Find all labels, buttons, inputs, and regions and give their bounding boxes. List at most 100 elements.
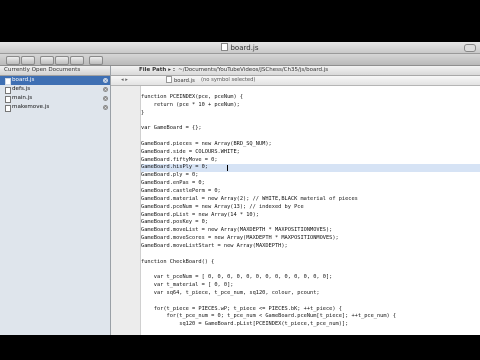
text-cursor xyxy=(227,165,228,172)
code-text[interactable]: var GameBoard = {}; xyxy=(141,125,202,133)
toolbar-save-button[interactable] xyxy=(70,56,84,65)
code-text[interactable]: GameBoard.hisPly = 0; xyxy=(141,164,208,172)
symbol-popup[interactable]: (no symbol selected) xyxy=(201,76,255,85)
code-text[interactable]: GameBoard.fiftyMove = 0; xyxy=(141,157,218,165)
code-text[interactable]: GameBoard.castlePerm = 0; xyxy=(141,188,221,196)
code-text[interactable]: GameBoard.material = new Array(2); // WH… xyxy=(141,196,358,204)
code-line[interactable]: 9GameBoard.side = COLOURS.WHITE; xyxy=(141,149,480,157)
close-icon[interactable]: × xyxy=(103,78,108,83)
code-text[interactable]: var t_pceNum = [ 0, 0, 0, 0, 0, 0, 0, 0,… xyxy=(141,274,333,282)
code-line[interactable]: 27 var sq64, t_piece, t_pce_num, sq120, … xyxy=(141,290,480,298)
file-path-label: File Path ▸ : xyxy=(139,67,176,73)
code-line[interactable]: 13GameBoard.enPas = 0; xyxy=(141,180,480,188)
code-text[interactable]: var sq64, t_piece, t_pce_num, sq120, col… xyxy=(141,290,320,298)
code-line[interactable]: 15GameBoard.material = new Array(2); // … xyxy=(141,196,480,204)
code-line[interactable]: 11GameBoard.hisPly = 0; xyxy=(141,164,480,173)
code-line[interactable]: 8GameBoard.pieces = new Array(BRD_SQ_NUM… xyxy=(141,141,480,149)
close-icon[interactable]: × xyxy=(103,105,108,110)
code-line[interactable]: 17GameBoard.pList = new Array(14 * 10); xyxy=(141,212,480,220)
js-file-icon xyxy=(5,96,11,103)
toolbar-toggle-button[interactable] xyxy=(464,44,476,52)
sidebar-item-makemove-js[interactable]: makemove.js × xyxy=(0,103,110,112)
code-text[interactable]: } xyxy=(141,110,144,118)
code-line[interactable]: 22 xyxy=(141,251,480,259)
code-text[interactable]: GameBoard.moveScores = new Array(MAXDEPT… xyxy=(141,235,339,243)
code-line[interactable]: 25 var t_pceNum = [ 0, 0, 0, 0, 0, 0, 0,… xyxy=(141,274,480,282)
document-icon xyxy=(221,43,229,51)
code-line[interactable]: 24 xyxy=(141,266,480,274)
code-text[interactable]: GameBoard.side = COLOURS.WHITE; xyxy=(141,149,240,157)
code-line[interactable]: 20GameBoard.moveScores = new Array(MAXDE… xyxy=(141,235,480,243)
js-file-icon xyxy=(5,87,11,94)
toolbar-search-button[interactable] xyxy=(89,56,103,65)
file-name: defs.js xyxy=(12,86,31,92)
code-line[interactable]: 30 for(t_pce_num = 0; t_pce_num < GameBo… xyxy=(141,313,480,321)
code-text[interactable]: return (pce * 10 + pceNum); xyxy=(141,102,240,110)
close-icon[interactable]: × xyxy=(103,96,108,101)
code-text[interactable]: GameBoard.posKey = 0; xyxy=(141,219,208,227)
code-text[interactable]: GameBoard.moveList = new Array(MAXDEPTH … xyxy=(141,227,332,235)
code-line[interactable]: 7 xyxy=(141,133,480,141)
current-file-popup[interactable]: board.js xyxy=(166,76,195,86)
toolbar-forward-button[interactable] xyxy=(21,56,35,65)
toolbar xyxy=(0,54,480,66)
title-bar: board.js xyxy=(0,42,480,54)
code-line[interactable]: 3 return (pce * 10 + pceNum); xyxy=(141,102,480,110)
code-text[interactable]: sq120 = GameBoard.pList[PCEINDEX(t_piece… xyxy=(141,321,348,329)
navigation-bar: ◂ ▸ board.js (no symbol selected) xyxy=(111,76,480,86)
code-line[interactable]: 14GameBoard.castlePerm = 0; xyxy=(141,188,480,196)
code-line[interactable]: 10GameBoard.fiftyMove = 0; xyxy=(141,157,480,165)
code-line[interactable]: 23function CheckBoard() { xyxy=(141,259,480,267)
code-line[interactable]: 4} xyxy=(141,110,480,118)
code-line[interactable]: 32 xyxy=(141,329,480,335)
code-line[interactable]: 5 xyxy=(141,117,480,125)
code-text[interactable]: GameBoard.pceNum = new Array(13); // ind… xyxy=(141,204,304,212)
code-line[interactable]: 21GameBoard.moveListStart = new Array(MA… xyxy=(141,243,480,251)
code-text[interactable]: function PCEINDEX(pce, pceNum) { xyxy=(141,94,243,102)
nav-arrows[interactable]: ◂ ▸ xyxy=(121,76,128,85)
code-text[interactable]: GameBoard.pList = new Array(14 * 10); xyxy=(141,212,259,220)
code-line[interactable]: 1 xyxy=(141,86,480,94)
file-path-bar: File Path ▸ : ~/Documents/YouTubeVideos/J… xyxy=(111,66,480,76)
sidebar-item-board-js[interactable]: board.js × xyxy=(0,76,110,85)
code-text[interactable]: GameBoard.ply = 0; xyxy=(141,172,198,180)
code-line[interactable]: 16GameBoard.pceNum = new Array(13); // i… xyxy=(141,204,480,212)
toolbar-new-button[interactable] xyxy=(40,56,54,65)
code-line[interactable]: 29 for(t_piece = PIECES.wP; t_piece <= P… xyxy=(141,306,480,314)
video-frame: board.js Currently Open Documents board.… xyxy=(0,0,480,360)
file-name: board.js xyxy=(12,77,35,83)
file-name: makemove.js xyxy=(12,104,50,110)
code-line[interactable]: 6var GameBoard = {}; xyxy=(141,125,480,133)
code-text[interactable]: GameBoard.enPas = 0; xyxy=(141,180,205,188)
toolbar-back-button[interactable] xyxy=(6,56,20,65)
close-icon[interactable]: × xyxy=(103,87,108,92)
js-file-icon xyxy=(5,105,11,112)
code-text[interactable]: for(t_pce_num = 0; t_pce_num < GameBoard… xyxy=(141,313,397,321)
code-text[interactable]: var t_material = [ 0, 0]; xyxy=(141,282,234,290)
line-number-gutter xyxy=(111,86,141,335)
window-title: board.js xyxy=(0,43,480,52)
js-file-icon xyxy=(166,76,172,83)
file-path-value[interactable]: ~/Documents/YouTubeVideos/JSChess/Ch35/j… xyxy=(178,67,328,73)
editor-window: board.js Currently Open Documents board.… xyxy=(0,42,480,335)
code-text[interactable]: GameBoard.pieces = new Array(BRD_SQ_NUM)… xyxy=(141,141,272,149)
code-line[interactable]: 18GameBoard.posKey = 0; xyxy=(141,219,480,227)
code-line[interactable]: 31 sq120 = GameBoard.pList[PCEINDEX(t_pi… xyxy=(141,321,480,329)
code-text[interactable]: function CheckBoard() { xyxy=(141,259,214,267)
toolbar-open-button[interactable] xyxy=(55,56,69,65)
sidebar-item-defs-js[interactable]: defs.js × xyxy=(0,85,110,94)
code-text-area[interactable]: 12function PCEINDEX(pce, pceNum) {3 retu… xyxy=(141,86,480,335)
code-text[interactable]: GameBoard.moveListStart = new Array(MAXD… xyxy=(141,243,288,251)
file-name: main.js xyxy=(12,95,33,101)
code-line[interactable]: 28 xyxy=(141,298,480,306)
code-line[interactable]: 2function PCEINDEX(pce, pceNum) { xyxy=(141,94,480,102)
js-file-icon xyxy=(5,78,11,85)
code-line[interactable]: 12GameBoard.ply = 0; xyxy=(141,172,480,180)
code-line[interactable]: 26 var t_material = [ 0, 0]; xyxy=(141,282,480,290)
sidebar-item-main-js[interactable]: main.js × xyxy=(0,94,110,103)
code-line[interactable]: 19GameBoard.moveList = new Array(MAXDEPT… xyxy=(141,227,480,235)
sidebar-header: Currently Open Documents xyxy=(0,66,110,76)
code-editor: File Path ▸ : ~/Documents/YouTubeVideos/J… xyxy=(111,66,480,335)
code-text[interactable]: for(t_piece = PIECES.wP; t_piece <= PIEC… xyxy=(141,306,342,314)
open-documents-sidebar: Currently Open Documents board.js × defs… xyxy=(0,66,111,335)
